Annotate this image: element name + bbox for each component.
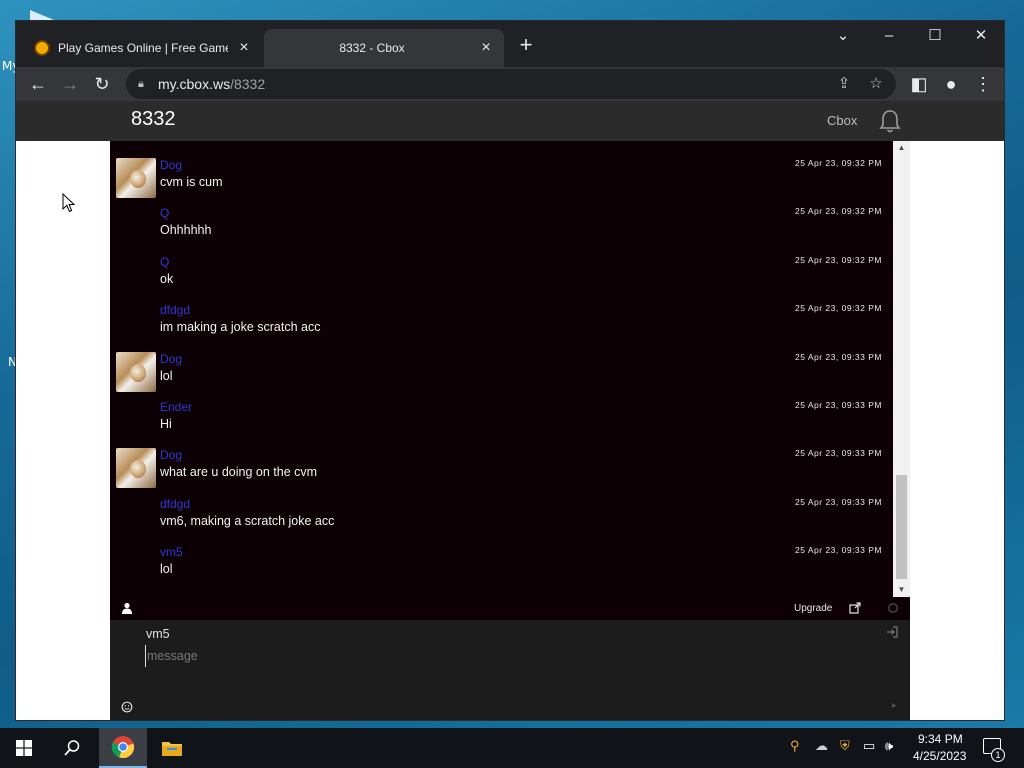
network-icon[interactable]: ▭	[863, 738, 875, 754]
chat-message: Dog what are u doing on the cvm 25 Apr 23,…	[110, 431, 893, 489]
emoji-icon[interactable]	[121, 701, 133, 713]
message-username[interactable]: dfdgd	[160, 303, 190, 317]
message-timestamp: 25 Apr 23, 09:32 PM	[795, 158, 882, 168]
volume-icon[interactable]: 🕪︎	[885, 738, 893, 754]
message-text: what are u doing on the cvm	[160, 465, 318, 480]
message-text: Ohhhhhh	[160, 223, 212, 238]
scrollbar-thumb[interactable]	[896, 475, 907, 579]
clock-time[interactable]: 9:34 PM	[918, 732, 963, 746]
message-text: vm6, making a scratch joke acc	[160, 513, 335, 528]
mouse-cursor-icon	[62, 193, 76, 213]
tab-strip: Play Games Online | Free Games × 8332 - …	[16, 21, 1004, 67]
chat-message: dfdgd vm6, making a scratch joke acc 25 Ap…	[110, 480, 893, 528]
message-input[interactable]	[145, 645, 845, 667]
lock-icon[interactable]: 🔒︎	[138, 69, 144, 99]
side-panel-icon[interactable]: ◧	[906, 71, 932, 97]
site-header: 8332 Cbox	[16, 101, 1004, 141]
message-username[interactable]: Ender	[160, 400, 192, 414]
games-favicon-icon	[34, 40, 50, 56]
message-text: lol	[160, 368, 173, 383]
profile-icon[interactable]: ●	[938, 71, 964, 97]
message-username[interactable]: vm5	[160, 545, 183, 559]
address-bar[interactable]: 🔒︎ my.cbox.ws/8332 ⇪ ☆	[126, 69, 896, 99]
chat-message: dfdgd im making a joke scratch acc 25 Apr …	[110, 286, 893, 334]
minimize-button[interactable]: –	[874, 25, 904, 47]
message-timestamp: 25 Apr 23, 09:32 PM	[795, 206, 882, 217]
close-window-button[interactable]: ✕	[966, 25, 996, 47]
message-username[interactable]: Dog	[160, 448, 182, 462]
tab-search-icon[interactable]: ⌄	[828, 25, 858, 47]
new-tab-button[interactable]: +	[514, 33, 538, 57]
chat-box: Dog cvm is cum 25 Apr 23, 09:32 PM Q Ohhhhhh…	[110, 141, 910, 720]
chat-message: Dog cvm is cum 25 Apr 23, 09:32 PM	[110, 141, 893, 198]
close-tab-icon[interactable]: ×	[236, 39, 252, 57]
page-title: 8332	[131, 108, 176, 130]
message-username[interactable]: dfdgd	[160, 497, 190, 511]
message-timestamp: 25 Apr 23, 09:32 PM	[795, 254, 882, 265]
chat-scrollbar[interactable]: ▲ ▼	[893, 141, 910, 597]
back-arrow-icon[interactable]: ←	[25, 71, 51, 97]
chat-message: Dog lol 25 Apr 23, 09:33 PM	[110, 335, 893, 392]
message-text: im making a joke scratch acc	[160, 320, 321, 335]
chat-message: Q Ohhhhhh 25 Apr 23, 09:32 PM	[110, 189, 893, 237]
scroll-down-arrow-icon[interactable]: ▼	[893, 583, 910, 597]
tray-app-icon[interactable]: ⚲	[790, 738, 800, 754]
message-text: cvm is cum	[160, 175, 223, 189]
refresh-status-icon[interactable]	[887, 602, 899, 614]
message-username[interactable]: Dog	[160, 352, 182, 366]
page-content: 8332 Cbox Dog cvm is cum 25 Apr 23, 09:32 …	[16, 101, 1004, 720]
reload-icon[interactable]: ↻	[89, 71, 115, 97]
chat-message: Qok 25 Apr 23, 09:32 PM	[110, 238, 893, 286]
clock-date[interactable]: 4/25/2023	[913, 749, 966, 763]
message-list: Dog cvm is cum 25 Apr 23, 09:32 PM Q Ohhhhhh…	[110, 141, 893, 597]
chat-message: Ender Hi 25 Apr 23, 09:33 PM	[110, 383, 893, 431]
chrome-taskbar-icon[interactable]	[99, 728, 147, 768]
message-text: lol	[160, 562, 173, 577]
maximize-button[interactable]: ☐	[920, 25, 950, 47]
tab-play-games[interactable]: Play Games Online | Free Games ×	[24, 29, 262, 67]
login-icon[interactable]	[886, 626, 898, 638]
close-tab-icon[interactable]: ×	[478, 39, 494, 57]
security-shield-icon[interactable]: ⛨	[840, 738, 850, 754]
menu-kebab-icon[interactable]: ⋮	[970, 71, 996, 97]
compose-username[interactable]: vm5	[146, 627, 170, 641]
url-host: my.cbox.ws	[158, 76, 231, 92]
browser-window: Play Games Online | Free Games × 8332 - …	[15, 20, 1005, 721]
browser-toolbar: ← → ↻ 🔒︎ my.cbox.ws/8332 ⇪ ☆ ◧ ● ⋮	[16, 67, 1004, 101]
user-icon[interactable]	[121, 602, 133, 614]
tab-cbox[interactable]: 8332 - Cbox ×	[264, 29, 504, 67]
message-username[interactable]: Q	[160, 255, 169, 269]
cbox-link[interactable]: Cbox	[827, 113, 857, 128]
compose-area: vm5 ▸	[110, 620, 910, 720]
notification-count-badge: 1	[991, 748, 1005, 762]
share-icon[interactable]: ⇪	[834, 74, 854, 94]
url-path: /8332	[230, 76, 266, 92]
tab-title: Play Games Online | Free Games	[58, 41, 228, 55]
chat-toolbar: Upgrade	[110, 598, 910, 620]
cloud-sync-icon[interactable]: ☁	[815, 738, 828, 754]
message-text: ok	[160, 271, 174, 286]
message-timestamp: 25 Apr 23, 09:33 PM	[795, 351, 882, 362]
tab-title: 8332 - Cbox	[339, 41, 405, 55]
bell-icon[interactable]	[878, 108, 902, 134]
popout-icon[interactable]	[849, 602, 861, 614]
taskbar: ⚲ ☁ ⛨ ▭ 🕪︎ 9:34 PM 4/25/2023 1	[0, 728, 1024, 768]
message-username[interactable]: Q	[160, 206, 169, 220]
file-explorer-icon[interactable]	[148, 728, 196, 768]
message-username[interactable]: Dog	[160, 158, 182, 172]
bookmark-star-icon[interactable]: ☆	[866, 74, 886, 94]
forward-arrow-icon[interactable]: →	[57, 71, 83, 97]
start-windows-icon[interactable]	[0, 728, 48, 768]
search-icon[interactable]	[48, 728, 96, 768]
scroll-up-arrow-icon[interactable]: ▲	[893, 141, 910, 155]
message-timestamp: 25 Apr 23, 09:33 PM	[795, 448, 882, 459]
message-timestamp: 25 Apr 23, 09:33 PM	[795, 400, 882, 410]
send-arrow-icon[interactable]: ▸	[892, 700, 897, 711]
upgrade-link[interactable]: Upgrade	[794, 603, 832, 614]
chat-message: vm5 lol 25 Apr 23, 09:33 PM	[110, 528, 893, 576]
message-text: Hi	[160, 417, 172, 431]
message-timestamp: 25 Apr 23, 09:33 PM	[795, 545, 882, 556]
message-timestamp: 25 Apr 23, 09:33 PM	[795, 496, 882, 507]
message-timestamp: 25 Apr 23, 09:32 PM	[795, 303, 882, 314]
